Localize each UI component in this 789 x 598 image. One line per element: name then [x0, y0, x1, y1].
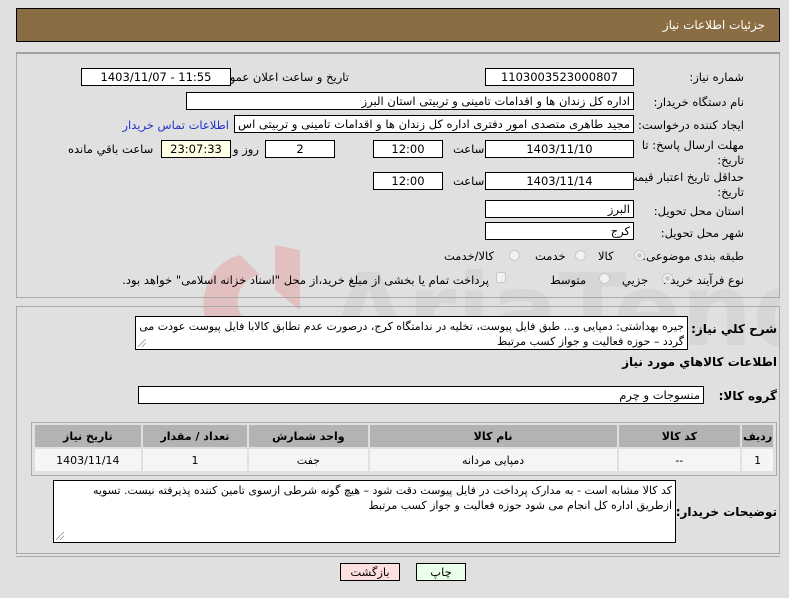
remaining-days-field: 2: [265, 140, 335, 158]
purchase-option-minor: جزیي: [622, 273, 649, 287]
goods-group-field: منسوجات و چرم: [138, 386, 704, 404]
purchase-option-medium: متوسط: [550, 273, 587, 287]
category-radio-goods[interactable]: [634, 250, 645, 261]
col-need-date: تاریخ نیاز: [35, 425, 141, 447]
table-row: 1 -- دمپایی مردانه جفت 1 1403/11/14: [35, 449, 773, 471]
reply-deadline-time: 12:00: [373, 140, 443, 158]
reply-time-label: ساعت: [453, 142, 485, 156]
col-goods-name: نام کالا: [369, 425, 617, 447]
buyer-org-field: اداره کل زندان ها و اقدامات تامینی و ترب…: [186, 92, 634, 110]
delivery-city-label: شهر محل تحویل:: [660, 226, 744, 240]
reply-deadline-date: 1403/11/10: [485, 140, 634, 158]
goods-group-label: گروه کالا:: [718, 389, 777, 403]
goods-section-title: اطلاعات کالاهاي مورد نياز: [622, 355, 777, 369]
category-option-goods: کالا: [598, 249, 614, 263]
category-option-service: خدمت: [535, 249, 566, 263]
price-validity-time: 12:00: [373, 172, 443, 190]
category-label: طبقه بندی موضوعی:: [642, 249, 744, 263]
delivery-province-label: استان محل تحویل:: [653, 204, 744, 218]
announce-datetime-label: تاریخ و ساعت اعلان عمومی:: [210, 70, 349, 84]
delivery-city-field: کرج: [485, 222, 634, 240]
cell-quantity: 1: [142, 449, 248, 471]
page-title: جزئیات اطلاعات نیاز: [662, 18, 765, 32]
buyer-contact-link[interactable]: اطلاعات تماس خریدار: [122, 118, 229, 132]
resize-grip-icon[interactable]: [56, 532, 64, 540]
buyer-org-label: نام دستگاه خریدار:: [653, 95, 744, 109]
treasury-checkbox[interactable]: [496, 272, 506, 283]
category-radio-service[interactable]: [575, 250, 586, 261]
items-table-header: ردیف کد کالا نام کالا واحد شمارش تعداد /…: [35, 425, 773, 447]
print-button[interactable]: چاپ: [416, 563, 466, 581]
col-unit: واحد شمارش: [249, 425, 368, 447]
description-textarea[interactable]: جیره بهداشتی: دمپایی و... طبق فایل پیوست…: [135, 316, 688, 350]
description-label: شرح کلي نياز:: [691, 322, 777, 336]
need-number-field: 1103003523000807: [485, 68, 634, 86]
price-validity-date: 1403/11/14: [485, 172, 634, 190]
delivery-province-field: البرز: [485, 200, 634, 218]
requester-label: ایجاد کننده درخواست:: [638, 118, 744, 132]
purchase-type-label: نوع فرآیند خرید :: [662, 273, 744, 287]
buyer-notes-textarea[interactable]: کد کالا مشابه است - به مدارک پرداخت در ف…: [53, 480, 676, 543]
buyer-notes-label: توضیحات خریدار:: [675, 505, 777, 519]
buyer-notes-text: کد کالا مشابه است - به مدارک پرداخت در ف…: [93, 484, 672, 512]
resize-grip-icon[interactable]: [138, 339, 146, 347]
need-number-label: شماره نیاز:: [689, 70, 744, 84]
purchase-radio-minor[interactable]: [662, 273, 673, 284]
cell-goods-name: دمپایی مردانه: [369, 449, 617, 471]
divider: [16, 556, 780, 557]
requester-field: مجید طاهری متصدی امور دفتری اداره کل زند…: [234, 115, 634, 133]
reply-deadline-label: مهلت ارسال پاسخ: تا تاریخ:: [641, 138, 744, 167]
cell-row-number: 1: [742, 449, 773, 471]
items-table: ردیف کد کالا نام کالا واحد شمارش تعداد /…: [33, 423, 775, 473]
treasury-checkbox-label: پرداخت تمام یا بخشی از مبلغ خرید،از محل …: [122, 273, 489, 287]
cell-unit: جفت: [249, 449, 368, 471]
col-goods-code: کد کالا: [618, 425, 741, 447]
remaining-label: ساعت باقي مانده: [68, 142, 154, 156]
description-text: جیره بهداشتی: دمپایی و... طبق فایل پیوست…: [139, 320, 684, 348]
cell-need-date: 1403/11/14: [35, 449, 141, 471]
remaining-time-field: 23:07:33: [161, 140, 231, 158]
days-label: روز و: [233, 142, 259, 156]
price-time-label: ساعت: [453, 174, 485, 188]
purchase-radio-medium[interactable]: [599, 273, 610, 284]
col-row-number: ردیف: [742, 425, 773, 447]
col-quantity: تعداد / مقدار: [142, 425, 248, 447]
announce-datetime-field: 1403/11/07 - 11:55: [81, 68, 231, 86]
category-radio-goods-service[interactable]: [509, 250, 520, 261]
page-header: جزئیات اطلاعات نیاز: [16, 8, 780, 42]
back-button[interactable]: بازگشت: [340, 563, 400, 581]
cell-goods-code: --: [618, 449, 741, 471]
category-option-goods-service: کالا/خدمت: [444, 249, 495, 263]
